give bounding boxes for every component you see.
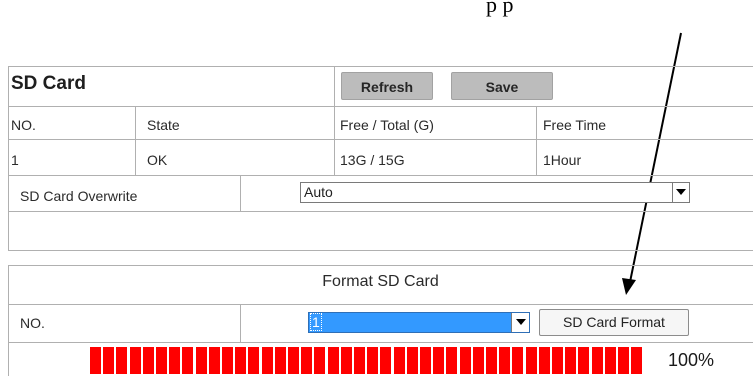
progress-segment xyxy=(235,347,247,374)
progress-segment xyxy=(182,347,194,374)
progress-segment xyxy=(301,347,313,374)
progress-segment xyxy=(433,347,445,374)
progress-segment xyxy=(156,347,167,374)
sd-card-format-button[interactable]: SD Card Format xyxy=(539,309,689,336)
progress-segment xyxy=(90,347,101,374)
progress-segment xyxy=(340,347,352,374)
progress-segment xyxy=(552,347,563,374)
progress-segment xyxy=(499,347,511,374)
progress-segment xyxy=(222,347,233,374)
progress-segment xyxy=(512,347,524,374)
progress-segment xyxy=(631,347,643,374)
save-button[interactable]: Save xyxy=(451,72,553,100)
progress-segment xyxy=(327,347,339,374)
overwrite-label: SD Card Overwrite xyxy=(20,188,138,204)
overwrite-value: Auto xyxy=(304,184,333,200)
column-header-free-total: Free / Total (G) xyxy=(340,117,434,133)
progress-segment xyxy=(248,347,260,374)
progress-segment xyxy=(367,347,379,374)
progress-segment xyxy=(274,347,286,374)
progress-segment xyxy=(129,347,141,374)
progress-segment xyxy=(116,347,128,374)
row-state: OK xyxy=(147,152,168,168)
progress-segment xyxy=(446,347,458,374)
progress-segment xyxy=(208,347,220,374)
row-free-time: 1Hour xyxy=(543,152,582,168)
sd-card-panel: SD Card Refresh Save NO. State Free / To… xyxy=(8,66,753,251)
progress-segment xyxy=(195,347,207,374)
progress-segment xyxy=(103,347,115,374)
progress-segment xyxy=(406,347,418,374)
progress-segment xyxy=(288,347,299,374)
format-no-label: NO. xyxy=(20,315,45,331)
progress-segment xyxy=(578,347,590,374)
progress-segment xyxy=(314,347,326,374)
format-no-value: 1 xyxy=(310,313,322,331)
progress-segment xyxy=(354,347,365,374)
progress-segment xyxy=(472,347,484,374)
progress-segment xyxy=(591,347,603,374)
sd-card-title: SD Card xyxy=(11,73,86,94)
format-title: Format SD Card xyxy=(322,273,439,290)
progress-segment xyxy=(604,347,616,374)
progress-segment xyxy=(618,347,629,374)
progress-segment xyxy=(142,347,154,374)
progress-segment xyxy=(420,347,431,374)
column-header-free-time: Free Time xyxy=(543,117,607,133)
progress-segment xyxy=(538,347,550,374)
progress-segment xyxy=(261,347,273,374)
progress-segment xyxy=(459,347,471,374)
format-panel: Format SD Card NO. 1 SD Card Format 100% xyxy=(8,265,753,376)
row-free-total: 13G / 15G xyxy=(340,152,405,168)
progress-segment xyxy=(393,347,405,374)
row-no: 1 xyxy=(11,152,19,168)
column-header-state: State xyxy=(147,117,180,133)
column-header-no: NO. xyxy=(11,117,36,133)
chevron-down-icon[interactable] xyxy=(672,183,689,202)
progress-segment xyxy=(380,347,392,374)
overwrite-select[interactable]: Auto xyxy=(300,182,690,203)
progress-segment xyxy=(169,347,181,374)
refresh-button[interactable]: Refresh xyxy=(341,72,433,100)
progress-segment xyxy=(486,347,497,374)
chevron-down-icon[interactable] xyxy=(511,313,529,332)
format-progress-bar xyxy=(90,347,643,374)
format-no-select[interactable]: 1 xyxy=(308,312,530,333)
progress-segment xyxy=(565,347,577,374)
progress-segment xyxy=(525,347,537,374)
progress-percent: 100% xyxy=(668,350,715,370)
